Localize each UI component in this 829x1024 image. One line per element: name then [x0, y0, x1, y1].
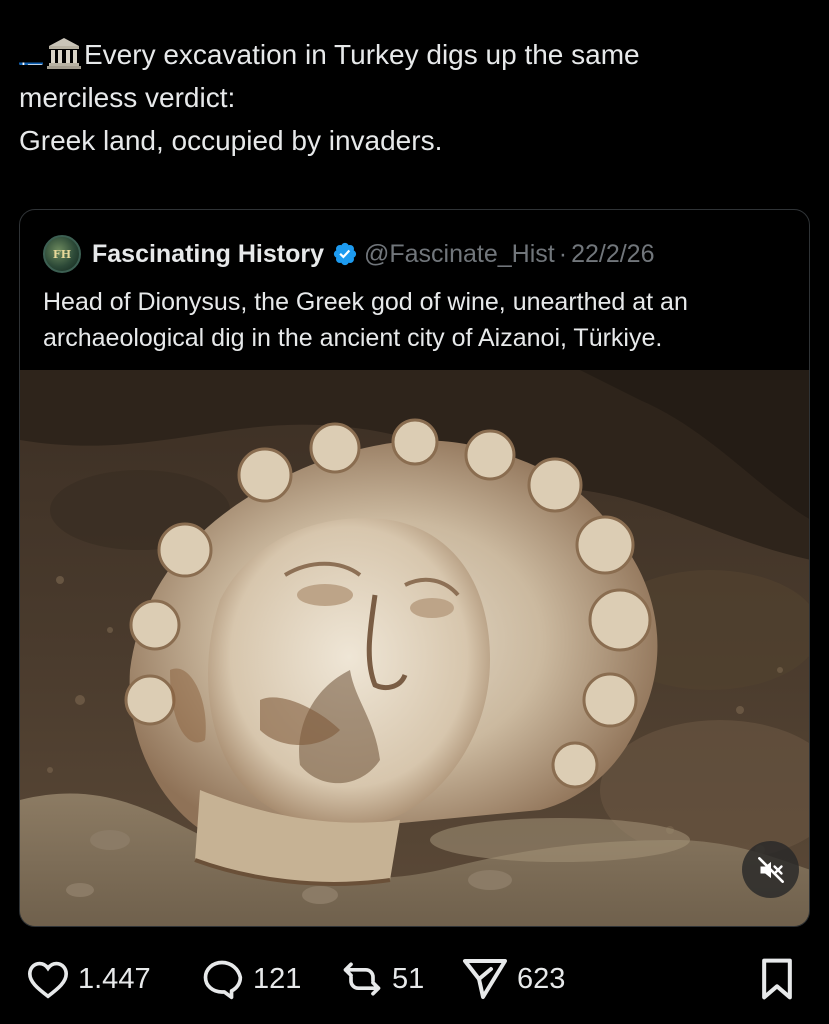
heart-icon — [27, 961, 69, 999]
video-media[interactable] — [20, 370, 809, 926]
mute-toggle-button[interactable] — [742, 841, 799, 898]
share-count: 623 — [517, 962, 566, 995]
quoted-post-text-line-1: Head of Dionysus, the Greek god of wine,… — [43, 288, 688, 316]
post-text: Every excavation in Turkey digs up the s… — [19, 33, 809, 162]
reply-bubble-icon — [203, 960, 243, 1000]
avatar[interactable]: FH — [43, 235, 81, 273]
post-text-line-3: Greek land, occupied by invaders. — [19, 125, 443, 156]
speaker-muted-icon — [757, 856, 784, 883]
repost-button[interactable]: 51 — [340, 957, 424, 1001]
send-icon — [463, 959, 507, 999]
quoted-post-text-line-2: archaeological dig in the ancient city o… — [43, 324, 663, 352]
bookmark-button[interactable] — [758, 957, 804, 1001]
bookmark-icon — [762, 958, 792, 1000]
quoted-post-card[interactable]: FH Fascinating History @Fascinate_Hist ·… — [19, 209, 810, 927]
author-name[interactable]: Fascinating History — [92, 240, 324, 269]
classical-building-icon — [47, 37, 81, 69]
post-action-bar: 1.447 121 51 623 — [0, 930, 829, 1024]
post-date[interactable]: 22/2/26 — [571, 240, 654, 269]
post-text-line-2: merciless verdict: — [19, 82, 236, 113]
post-screen: Every excavation in Turkey digs up the s… — [0, 0, 829, 1024]
quoted-post-text: Head of Dionysus, the Greek god of wine,… — [43, 284, 793, 356]
dionysus-head-photo — [20, 370, 809, 926]
author-handle[interactable]: @Fascinate_Hist — [364, 240, 555, 269]
reply-button[interactable]: 121 — [199, 957, 301, 1001]
share-button[interactable]: 623 — [461, 957, 565, 1001]
repost-count: 51 — [392, 962, 425, 995]
reply-count: 121 — [253, 962, 302, 995]
like-count: 1.447 — [78, 962, 151, 995]
quoted-post-header: FH Fascinating History @Fascinate_Hist ·… — [43, 234, 654, 274]
separator-dot: · — [558, 239, 568, 268]
like-button[interactable]: 1.447 — [26, 957, 151, 1001]
post-text-line-1: Every excavation in Turkey digs up the s… — [19, 33, 809, 76]
verified-badge-icon — [332, 241, 358, 267]
repost-icon — [343, 962, 381, 996]
greek-flag-icon — [19, 48, 43, 65]
